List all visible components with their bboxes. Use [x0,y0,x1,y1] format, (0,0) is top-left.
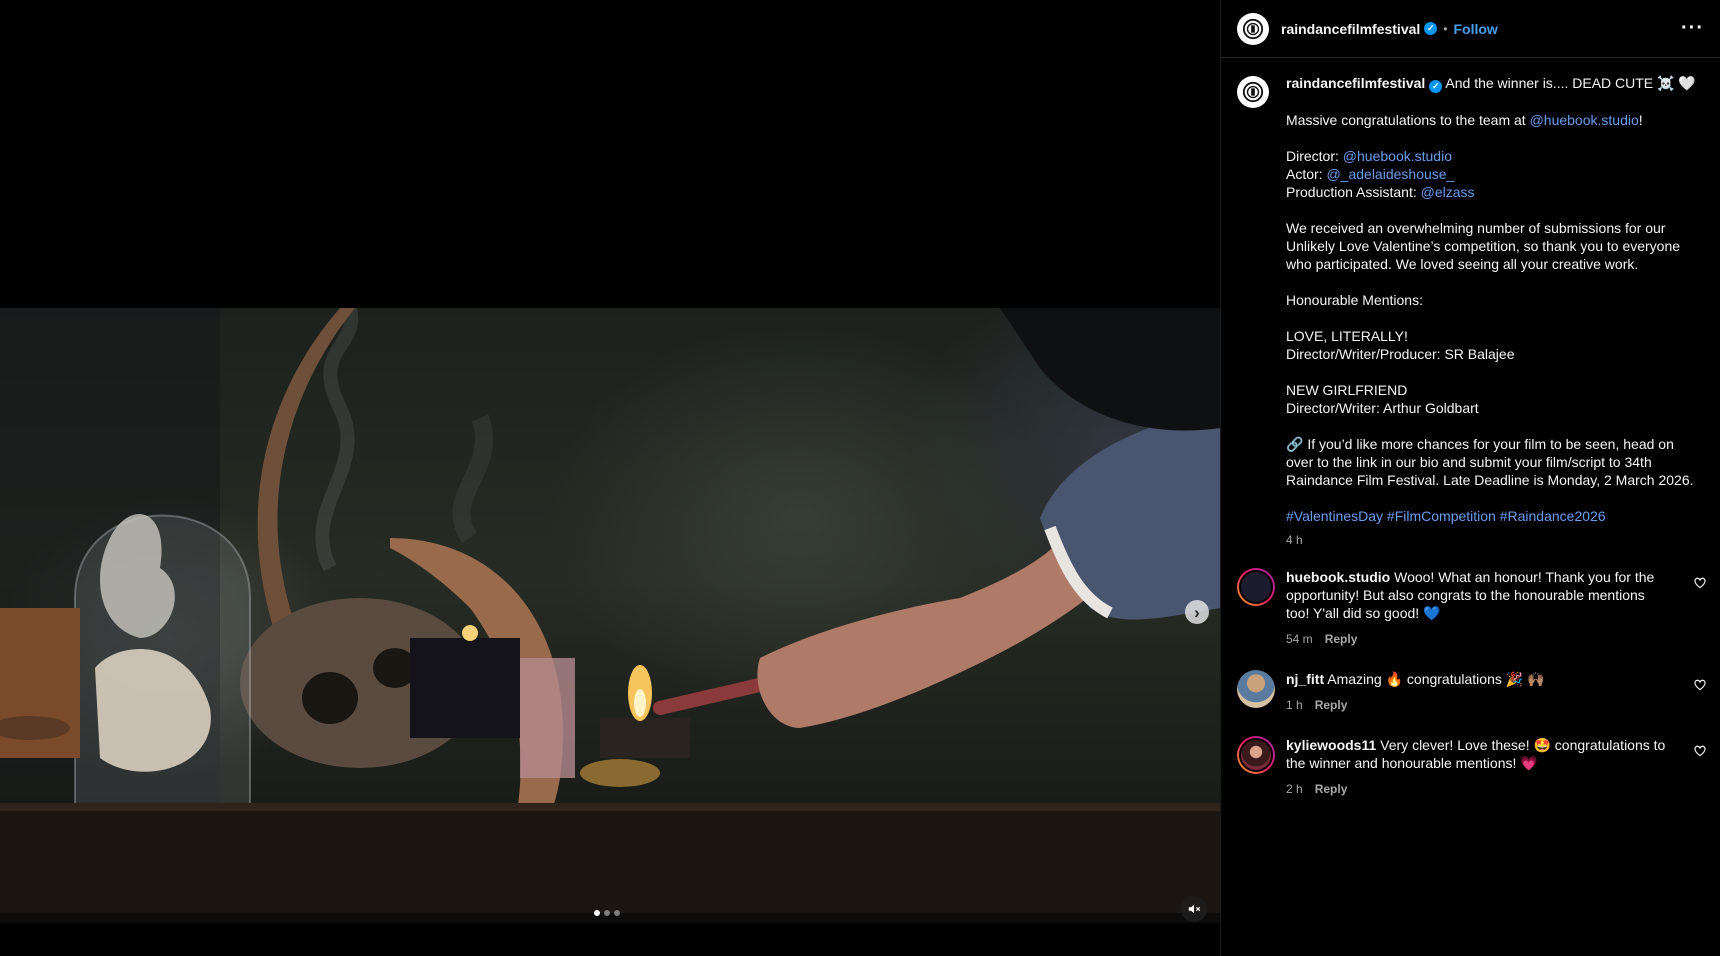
comment-text: Amazing 🔥 congratulations 🎉 🙌🏽 [1327,671,1545,687]
body-line: who participated. We loved seeing all yo… [1286,255,1639,272]
avatar[interactable] [1237,568,1275,606]
avatar[interactable] [1237,670,1275,708]
caption-headline: And the winner is.... DEAD CUTE ☠️ 🤍 [1445,75,1696,91]
carousel-dot [594,910,600,916]
reply-button[interactable]: Reply [1315,696,1348,714]
comment: huebook.studio Wooo! What an honour! Tha… [1237,568,1707,648]
next-slide-button[interactable]: › [1185,600,1209,624]
post-header: raindancefilmfestival ✓ • Follow ··· [1221,0,1720,58]
mention-link[interactable]: @_adelaideshouse_ [1326,166,1454,182]
comment: nj_fitt Amazing 🔥 congratulations 🎉 🙌🏽 1… [1237,670,1707,714]
video-frame[interactable] [0,308,1220,913]
comment-text: opportunity! But also congrats to the ho… [1286,587,1645,603]
body-line: Unlikely Love Valentine’s competition, s… [1286,237,1681,254]
post-timestamp[interactable]: 4 h [1286,531,1705,549]
comment-username[interactable]: nj_fitt [1286,671,1324,687]
credit-role: Production Assistant: [1286,183,1421,200]
post-sidebar: raindancefilmfestival ✓ • Follow ··· rai… [1220,0,1720,956]
caption-text: raindancefilmfestival ✓ And the winner is… [1286,75,1705,549]
comment: kyliewoods11 Very clever! Love these! 🤩 … [1237,736,1707,798]
mention-link[interactable]: @huebook.studio [1343,148,1452,164]
comment-time[interactable]: 54 m [1286,630,1313,648]
credit-role: Director: [1286,147,1343,164]
header-separator: • [1443,21,1448,36]
carousel-indicator [594,910,620,916]
comment-text: Very clever! Love these! 🤩 congratulatio… [1380,737,1666,753]
like-heart-icon[interactable] [1693,744,1707,758]
post-media[interactable]: › [0,0,1220,956]
more-options-icon[interactable]: ··· [1681,17,1704,40]
mentions-heading: Honourable Mentions: [1286,291,1423,308]
carousel-dot [604,910,610,916]
post-caption: raindancefilmfestival ✓ And the winner is… [1221,58,1720,549]
body-line: We received an overwhelming number of su… [1286,219,1666,236]
caption-username[interactable]: raindancefilmfestival [1286,75,1425,91]
header-username[interactable]: raindancefilmfestival [1281,21,1420,37]
mute-toggle-button[interactable] [1181,896,1207,922]
video-still-illustration [0,308,1220,913]
like-heart-icon[interactable] [1693,576,1707,590]
carousel-dot [614,910,620,916]
mention-credit: Director/Writer/Producer: SR Balajee [1286,345,1515,362]
comment-username[interactable]: kyliewoods11 [1286,737,1376,753]
raindance-logo-icon [1242,81,1264,103]
avatar[interactable] [1237,12,1269,45]
raindance-logo-icon [1242,18,1264,39]
like-heart-icon[interactable] [1693,678,1707,692]
comments-panel[interactable]: raindancefilmfestival ✓ And the winner is… [1221,58,1720,956]
comment-time[interactable]: 2 h [1286,780,1303,798]
avatar[interactable] [1237,736,1275,774]
follow-button[interactable]: Follow [1453,21,1497,37]
cta-line: Raindance Film Festival. Late Deadline i… [1286,471,1694,488]
chevron-right-icon: › [1194,602,1200,622]
avatar[interactable] [1237,76,1269,108]
comment-text: too! Y'all did so good! 💙 [1286,605,1441,621]
mention-title: LOVE, LITERALLY! [1286,327,1408,344]
speaker-muted-icon [1188,904,1201,914]
congrats-suffix: ! [1638,111,1643,128]
cta-line: 🔗 If you’d like more chances for your fi… [1286,435,1674,452]
comment-text: Wooo! What an honour! Thank you for the [1394,569,1655,585]
reply-button[interactable]: Reply [1325,630,1358,648]
cta-line: over to the link in our bio and submit y… [1286,453,1652,470]
comment-time[interactable]: 1 h [1286,696,1303,714]
mention-title: NEW GIRLFRIEND [1286,381,1408,398]
mention-credit: Director/Writer: Arthur Goldbart [1286,399,1479,416]
comment-username[interactable]: huebook.studio [1286,569,1390,585]
comment-text: the winner and honourable mentions! 💗 [1286,755,1538,771]
credit-role: Actor: [1286,165,1327,182]
congrats-text: Massive congratulations to the team at [1286,111,1530,128]
verified-badge-icon: ✓ [1424,22,1438,35]
reply-button[interactable]: Reply [1315,780,1348,798]
mention-link[interactable]: @huebook.studio [1530,112,1639,128]
hashtags[interactable]: #ValentinesDay #FilmCompetition #Raindan… [1286,507,1705,525]
verified-badge-icon: ✓ [1429,79,1443,93]
mention-link[interactable]: @elzass [1421,184,1475,200]
